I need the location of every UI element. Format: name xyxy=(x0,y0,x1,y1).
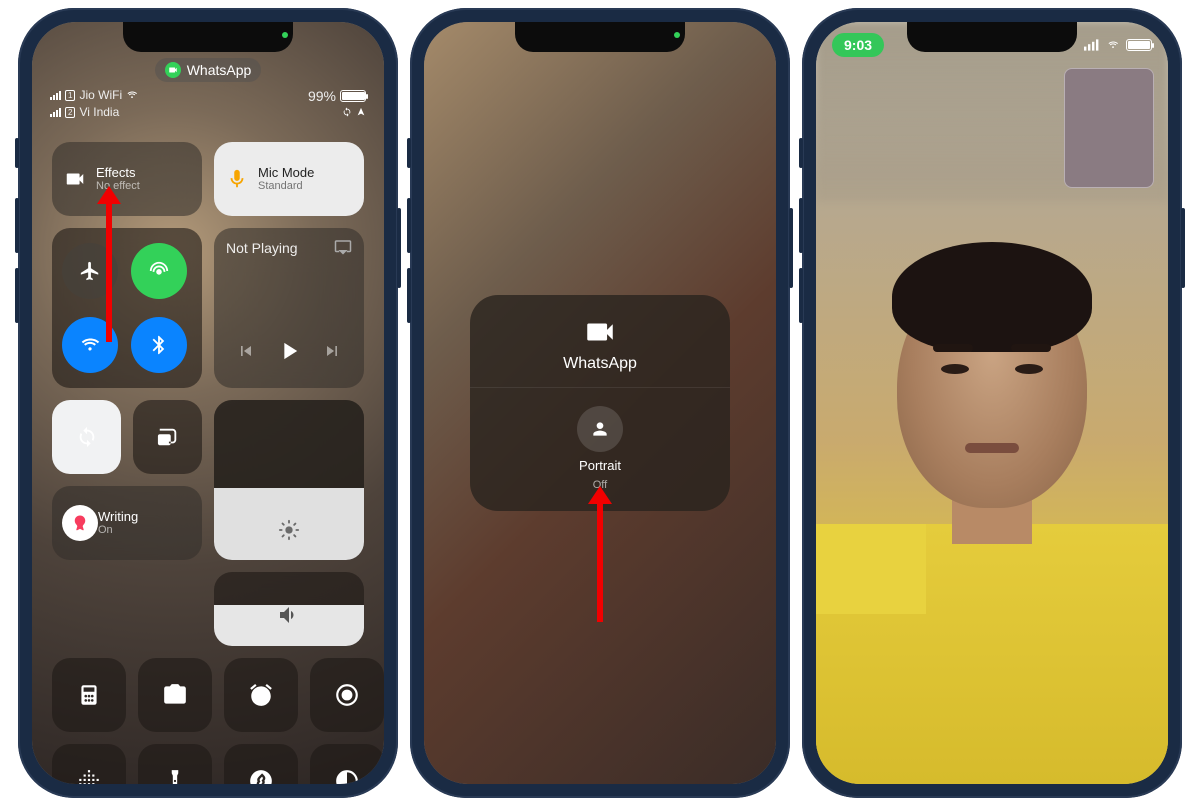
bluetooth-toggle[interactable] xyxy=(131,317,187,373)
camera-indicator-dot xyxy=(674,32,680,38)
notch xyxy=(515,22,685,52)
location-icon xyxy=(356,107,366,117)
brightness-slider[interactable] xyxy=(214,400,364,560)
alarm-tile[interactable] xyxy=(224,658,298,732)
connectivity-group xyxy=(52,228,202,388)
play-button[interactable] xyxy=(275,337,303,370)
phone-2-screen: WhatsApp Portrait Off xyxy=(424,22,776,784)
portrait-icon xyxy=(577,406,623,452)
next-track-button[interactable] xyxy=(322,341,342,366)
carrier-2: 2 Vi India xyxy=(50,105,138,119)
active-app-pill[interactable]: WhatsApp xyxy=(32,58,384,82)
phone-1-frame: WhatsApp 1 Jio WiFi 2 Vi India 99 xyxy=(18,8,398,798)
carrier-1: 1 Jio WiFi xyxy=(50,88,138,102)
phone-1-screen: WhatsApp 1 Jio WiFi 2 Vi India 99 xyxy=(32,22,384,784)
airplay-icon[interactable] xyxy=(334,238,352,256)
effects-panel: WhatsApp Portrait Off xyxy=(470,295,730,511)
notch xyxy=(123,22,293,52)
battery-percent: 99% xyxy=(308,88,336,104)
video-active-icon xyxy=(165,62,181,78)
writing-icon xyxy=(62,505,98,541)
status-bar: 1 Jio WiFi 2 Vi India 99% xyxy=(50,88,366,119)
battery-icon xyxy=(1126,39,1152,51)
phone-3-screen: 9:03 xyxy=(816,22,1168,784)
cellular-data-toggle[interactable] xyxy=(131,243,187,299)
portrait-label: Portrait xyxy=(579,458,621,473)
control-center: Effects No effect Mic Mode Standard xyxy=(52,142,364,784)
voice-memo-tile[interactable] xyxy=(52,744,126,784)
screen-mirroring-tile[interactable] xyxy=(133,400,202,474)
dark-mode-tile[interactable] xyxy=(310,744,384,784)
self-view-pip[interactable] xyxy=(1064,68,1154,188)
writing-tile[interactable]: Writing On xyxy=(52,486,202,560)
orientation-lock-tile[interactable] xyxy=(52,400,121,474)
signal-icon xyxy=(1084,39,1100,51)
mic-mode-sublabel: Standard xyxy=(258,180,314,193)
media-title: Not Playing xyxy=(226,240,298,256)
mic-mode-label: Mic Mode xyxy=(258,165,314,181)
screen-record-tile[interactable] xyxy=(310,658,384,732)
flashlight-tile[interactable] xyxy=(138,744,212,784)
annotation-arrow-1 xyxy=(106,202,112,342)
video-icon xyxy=(583,315,617,349)
active-app-label: WhatsApp xyxy=(187,62,252,78)
mic-mode-tile[interactable]: Mic Mode Standard xyxy=(214,142,364,216)
caller-face xyxy=(897,268,1087,508)
writing-sublabel: On xyxy=(98,524,138,537)
wifi-icon xyxy=(1105,39,1121,51)
status-bar: 9:03 xyxy=(816,30,1168,60)
prev-track-button[interactable] xyxy=(236,341,256,366)
portrait-option[interactable]: Portrait Off xyxy=(577,388,623,491)
effects-tile[interactable]: Effects No effect xyxy=(52,142,202,216)
call-time-pill[interactable]: 9:03 xyxy=(832,33,884,57)
writing-label: Writing xyxy=(98,509,138,525)
volume-slider[interactable] xyxy=(214,572,364,646)
battery-icon xyxy=(340,90,366,102)
video-icon xyxy=(62,166,88,192)
effects-label: Effects xyxy=(96,165,140,181)
calculator-tile[interactable] xyxy=(52,658,126,732)
annotation-arrow-2 xyxy=(597,502,603,622)
effects-panel-title: WhatsApp xyxy=(563,355,637,373)
orientation-lock-icon xyxy=(342,107,352,117)
shazam-tile[interactable] xyxy=(224,744,298,784)
camera-indicator-dot xyxy=(282,32,288,38)
phone-3-frame: 9:03 xyxy=(802,8,1182,798)
camera-tile[interactable] xyxy=(138,658,212,732)
phone-2-frame: WhatsApp Portrait Off xyxy=(410,8,790,798)
mic-icon xyxy=(224,166,250,192)
media-tile[interactable]: Not Playing xyxy=(214,228,364,388)
